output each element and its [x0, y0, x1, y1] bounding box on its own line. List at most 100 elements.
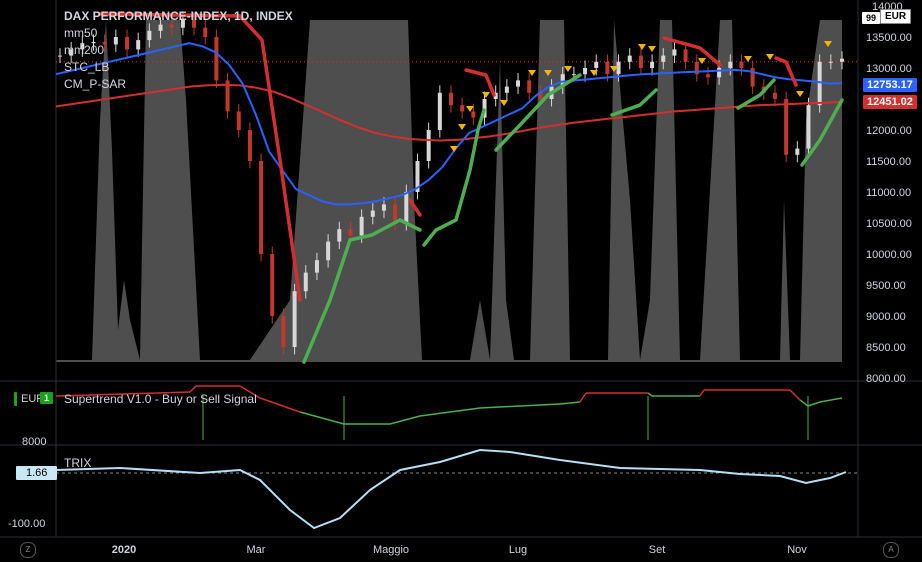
candle-body: [337, 229, 342, 242]
sell-signal-marker: [482, 92, 490, 98]
candle-body: [381, 204, 386, 211]
sell-signal-marker: [458, 124, 466, 130]
candle-body: [772, 92, 777, 99]
sell-signal-marker: [698, 58, 706, 64]
y-tick-label: 13500.00: [866, 32, 912, 44]
candle-body: [359, 216, 364, 236]
trix-label: TRIX: [64, 456, 92, 470]
supertrend-line: [579, 392, 587, 403]
sell-signal-marker: [796, 91, 804, 97]
x-tick-label: 2020: [112, 544, 136, 556]
candle-body: [784, 99, 789, 155]
candle-body: [449, 92, 453, 106]
candle-body: [236, 111, 241, 130]
y-tick-label: 11000.00: [866, 187, 911, 199]
supertrend-line: [647, 392, 653, 397]
candle-body: [605, 61, 610, 75]
supertrend-line: [799, 399, 809, 407]
candle-body: [817, 61, 822, 106]
candle-body: [314, 260, 319, 273]
sell-signal-marker: [766, 54, 774, 60]
candle-body: [840, 58, 844, 62]
supertrend-line: [259, 397, 301, 413]
legend-item-mm50[interactable]: mm50: [64, 25, 293, 42]
y-tick-label: 13000.00: [866, 63, 912, 75]
y-tick-label: 9000.00: [866, 311, 906, 323]
sell-signal-marker: [500, 100, 508, 106]
x-tick-label: Nov: [787, 544, 807, 556]
candle-body: [303, 272, 308, 292]
candle-body: [426, 130, 431, 161]
candle-body: [516, 80, 521, 87]
supertrend-line: [389, 415, 421, 425]
top-price-badge: 99: [862, 12, 881, 24]
candle-body: [460, 105, 465, 112]
supertrend-line: [819, 397, 843, 403]
supertrend-line: [699, 389, 705, 397]
mm50-price-label: 12753.17: [863, 78, 917, 92]
candle-body: [281, 316, 286, 347]
sell-signal-marker: [744, 56, 752, 62]
candle-body: [806, 105, 811, 149]
candle-body: [58, 55, 62, 57]
zoom-reset-button[interactable]: Z: [20, 542, 36, 558]
candle-body: [504, 86, 509, 93]
supertrend-line: [419, 407, 481, 417]
sell-signal-marker: [450, 146, 458, 152]
supertrend-line: [807, 401, 821, 407]
candle-body: [348, 229, 353, 236]
y-tick-label: 10500.00: [866, 218, 912, 230]
chart-root: 13500.0013000.0012500.0012000.0011500.00…: [0, 0, 922, 562]
x-tick-label: Set: [649, 544, 666, 556]
supertrend-line: [299, 411, 345, 425]
supertrend-line: [789, 389, 801, 401]
candle-body: [627, 55, 632, 62]
candle-body: [259, 161, 264, 254]
candle-body: [404, 192, 409, 223]
legend-item-mm200[interactable]: mm200: [64, 42, 293, 59]
supertrend-line: [479, 403, 561, 409]
sell-signal-marker: [590, 70, 598, 76]
trix-axis-label: -100.00: [8, 518, 46, 530]
candle-body: [739, 61, 744, 68]
candle-body: [717, 68, 722, 78]
y-tick-label: 12000.00: [866, 125, 912, 137]
y-tick-label: 8000.00: [866, 373, 906, 385]
legend-item-psar[interactable]: CM_P-SAR: [64, 76, 293, 93]
candle-body: [527, 80, 532, 93]
y-tick-label: 10000.00: [866, 249, 912, 261]
candle-body: [728, 61, 733, 68]
y-tick-label: 11500.00: [866, 156, 911, 168]
candle-body: [594, 61, 599, 68]
candle-body: [270, 254, 275, 316]
legend-item-stc[interactable]: STC_LB: [64, 59, 293, 76]
candle-body: [638, 55, 643, 68]
candle-body: [795, 148, 800, 155]
sell-signal-marker: [638, 44, 646, 50]
candle-body: [672, 49, 677, 56]
sell-signal-marker: [466, 106, 474, 112]
candle-body: [292, 291, 297, 347]
currency-badge[interactable]: EUR: [880, 9, 912, 24]
trix-value-badge: 1.66: [16, 466, 58, 480]
psar-segment: [464, 68, 496, 97]
candle-body: [571, 74, 576, 76]
x-tick-label: Mar: [247, 544, 266, 556]
mm200-price-label: 12451.02: [863, 95, 917, 109]
legend: DAX PERFORMANCE-INDEX, 1D, INDEX mm50 mm…: [64, 8, 293, 93]
supertrend-axis-label: 8000: [22, 436, 47, 448]
supertrend-count-badge: 1: [40, 392, 54, 404]
x-tick-label: Lug: [509, 544, 527, 556]
candle-body: [437, 92, 442, 130]
auto-scale-button[interactable]: A: [883, 542, 899, 558]
candle-body: [583, 68, 588, 75]
x-tick-label: Maggio: [373, 544, 409, 556]
chart-title: DAX PERFORMANCE-INDEX, 1D, INDEX: [64, 9, 293, 23]
candle-body: [616, 61, 621, 75]
candle-body: [650, 61, 655, 68]
sell-signal-marker: [564, 66, 572, 72]
candle-body: [683, 49, 688, 62]
trix-line: [55, 448, 847, 530]
candle-body: [828, 61, 833, 63]
candle-body: [705, 74, 710, 78]
